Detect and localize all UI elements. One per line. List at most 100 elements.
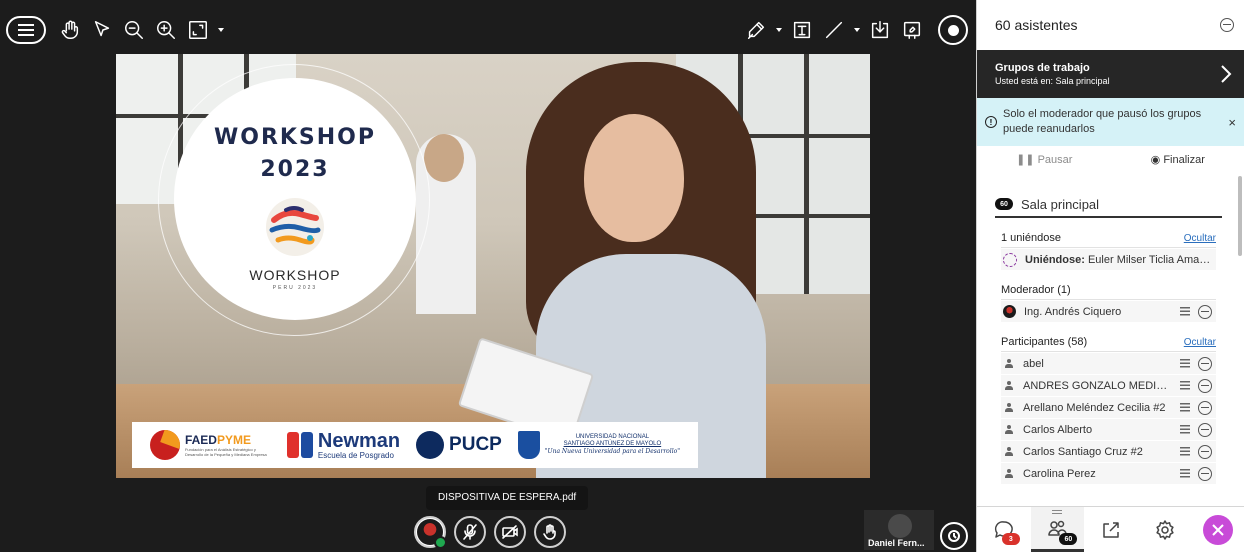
media-controls xyxy=(414,516,566,549)
raise-hand-button[interactable] xyxy=(534,516,566,548)
list-item[interactable]: ANDRES GONZALO MEDINA ... xyxy=(1001,375,1216,396)
info-icon: ! xyxy=(985,116,997,128)
zoom-options-dropdown[interactable] xyxy=(214,14,228,46)
speaker-avatar xyxy=(888,514,912,538)
hide-joining-link[interactable]: Ocultar xyxy=(1184,233,1216,244)
panel-scrollbar[interactable] xyxy=(1238,176,1242,256)
room-count-badge: 60 xyxy=(995,198,1013,210)
speaker-name: Daniel Fern... xyxy=(868,538,925,548)
unasam-crest-icon xyxy=(517,431,540,459)
check-status-icon xyxy=(434,536,447,549)
avatar xyxy=(1003,305,1016,318)
participants-header: Participantes (58) xyxy=(1001,336,1088,348)
collapse-panel-icon[interactable] xyxy=(1220,18,1234,32)
person-icon xyxy=(1003,468,1015,480)
remove-icon[interactable] xyxy=(1198,378,1212,393)
tab-chat[interactable]: 3 xyxy=(977,507,1031,552)
pause-groups-button[interactable]: ❚❚ Pausar xyxy=(1016,153,1072,166)
microphone-toggle[interactable] xyxy=(454,516,486,548)
remove-icon[interactable] xyxy=(1198,422,1212,437)
remove-icon[interactable] xyxy=(1198,466,1212,481)
clear-annotations-button[interactable] xyxy=(896,14,928,46)
person-icon xyxy=(1003,402,1015,414)
list-item[interactable]: Ing. Andrés Ciquero xyxy=(1001,301,1216,322)
person-icon xyxy=(1003,446,1015,458)
download-icon xyxy=(871,21,889,39)
stop-share-button[interactable] xyxy=(938,15,968,45)
breakout-groups-link[interactable]: Grupos de trabajo Usted está en: Sala pr… xyxy=(977,50,1244,98)
main-stage: WORKSHOP 2023 WORKSHOP PERU 2023 FAEDPYM… xyxy=(0,0,976,552)
finish-groups-button[interactable]: ◉ Finalizar xyxy=(1151,153,1205,166)
pen-tool-button[interactable] xyxy=(740,14,772,46)
hide-participants-link[interactable]: Ocultar xyxy=(1184,337,1216,348)
pucp-logo-icon xyxy=(416,431,445,459)
zoom-in-button[interactable] xyxy=(150,14,182,46)
remove-icon[interactable] xyxy=(1198,304,1212,319)
list-item[interactable]: Carlos Santiago Cruz #2 xyxy=(1001,441,1216,462)
sponsor-pucp: PUCP xyxy=(416,431,502,459)
panel-footer-tabs: 3 60 xyxy=(977,506,1244,552)
gear-icon xyxy=(1155,519,1174,540)
panel-title: 60 asistentes xyxy=(995,17,1078,33)
logo-subtitle: PERU 2023 xyxy=(272,285,318,291)
share-icon xyxy=(1103,521,1119,538)
fit-page-button[interactable] xyxy=(182,14,214,46)
hand-icon xyxy=(61,20,79,39)
moderator-header: Moderador (1) xyxy=(1001,284,1071,296)
list-item[interactable]: Carolina Perez xyxy=(1001,463,1216,484)
list-item[interactable]: Uniéndose: Euler Milser Ticlia Amado... xyxy=(1001,249,1216,270)
tab-share-content[interactable] xyxy=(1084,507,1138,552)
menu-icon[interactable] xyxy=(1180,425,1190,434)
attendees-count-badge: 60 xyxy=(1059,533,1078,545)
sponsor-faedpyme: FAEDPYME Fundación para el Análisis Estr… xyxy=(149,430,271,460)
pointer-icon xyxy=(94,21,110,37)
list-item[interactable]: abel xyxy=(1001,353,1216,374)
caret-down-icon xyxy=(218,28,224,32)
timer-button[interactable] xyxy=(940,522,968,550)
menu-icon[interactable] xyxy=(1180,469,1190,478)
right-toolbar xyxy=(740,10,968,50)
remove-icon[interactable] xyxy=(1198,400,1212,415)
remove-icon[interactable] xyxy=(1198,444,1212,459)
record-dot-icon xyxy=(947,24,959,36)
remove-icon[interactable] xyxy=(1198,356,1212,371)
line-tool-button[interactable] xyxy=(818,14,850,46)
room-name: Sala principal xyxy=(1021,196,1100,212)
group-actions: ❚❚ Pausar ◉ Finalizar xyxy=(977,146,1244,172)
list-item[interactable]: Carlos Alberto xyxy=(1001,419,1216,440)
shape-options-dropdown[interactable] xyxy=(850,14,864,46)
text-tool-button[interactable] xyxy=(786,14,818,46)
menu-icon[interactable] xyxy=(1180,381,1190,390)
newman-logo-icon xyxy=(286,432,313,458)
expand-icon xyxy=(189,21,207,39)
close-panel-tab[interactable] xyxy=(1191,507,1244,552)
menu-icon[interactable] xyxy=(1180,359,1190,368)
camera-toggle[interactable] xyxy=(494,516,526,548)
menu-icon[interactable] xyxy=(1180,307,1190,316)
download-button[interactable] xyxy=(864,14,896,46)
zoom-in-icon xyxy=(157,21,175,39)
attendees-panel: 60 asistentes Grupos de trabajo Usted es… xyxy=(976,0,1244,552)
microphone-off-icon xyxy=(463,524,477,540)
participants-list: abel ANDRES GONZALO MEDINA ... Arellano … xyxy=(1001,353,1216,484)
pen-options-dropdown[interactable] xyxy=(772,14,786,46)
whiteboard-icon xyxy=(903,21,921,39)
sponsor-newman: Newman Escuela de Posgrado xyxy=(286,431,400,460)
active-speaker-tile[interactable]: Daniel Fern... xyxy=(864,510,934,550)
close-icon[interactable]: × xyxy=(1228,115,1236,130)
pan-tool-button[interactable] xyxy=(54,14,86,46)
tab-settings[interactable] xyxy=(1138,507,1192,552)
menu-icon[interactable] xyxy=(1180,403,1190,412)
person-icon xyxy=(1003,358,1015,370)
chat-count-badge: 3 xyxy=(1001,533,1020,545)
pointer-tool-button[interactable] xyxy=(86,14,118,46)
session-menu-button[interactable] xyxy=(6,16,46,44)
zoom-out-button[interactable] xyxy=(118,14,150,46)
tab-attendees[interactable]: 60 xyxy=(1030,507,1085,552)
sponsor-unasam: UNIVERSIDAD NACIONAL SANTIAGO ANTÚNEZ DE… xyxy=(517,431,680,459)
menu-icon[interactable] xyxy=(1180,447,1190,456)
close-icon xyxy=(1212,523,1224,536)
my-status-button[interactable] xyxy=(414,516,447,549)
list-item[interactable]: Arellano Meléndez Cecilia #2 xyxy=(1001,397,1216,418)
notice-text: Solo el moderador que pausó los grupos p… xyxy=(1003,108,1202,135)
